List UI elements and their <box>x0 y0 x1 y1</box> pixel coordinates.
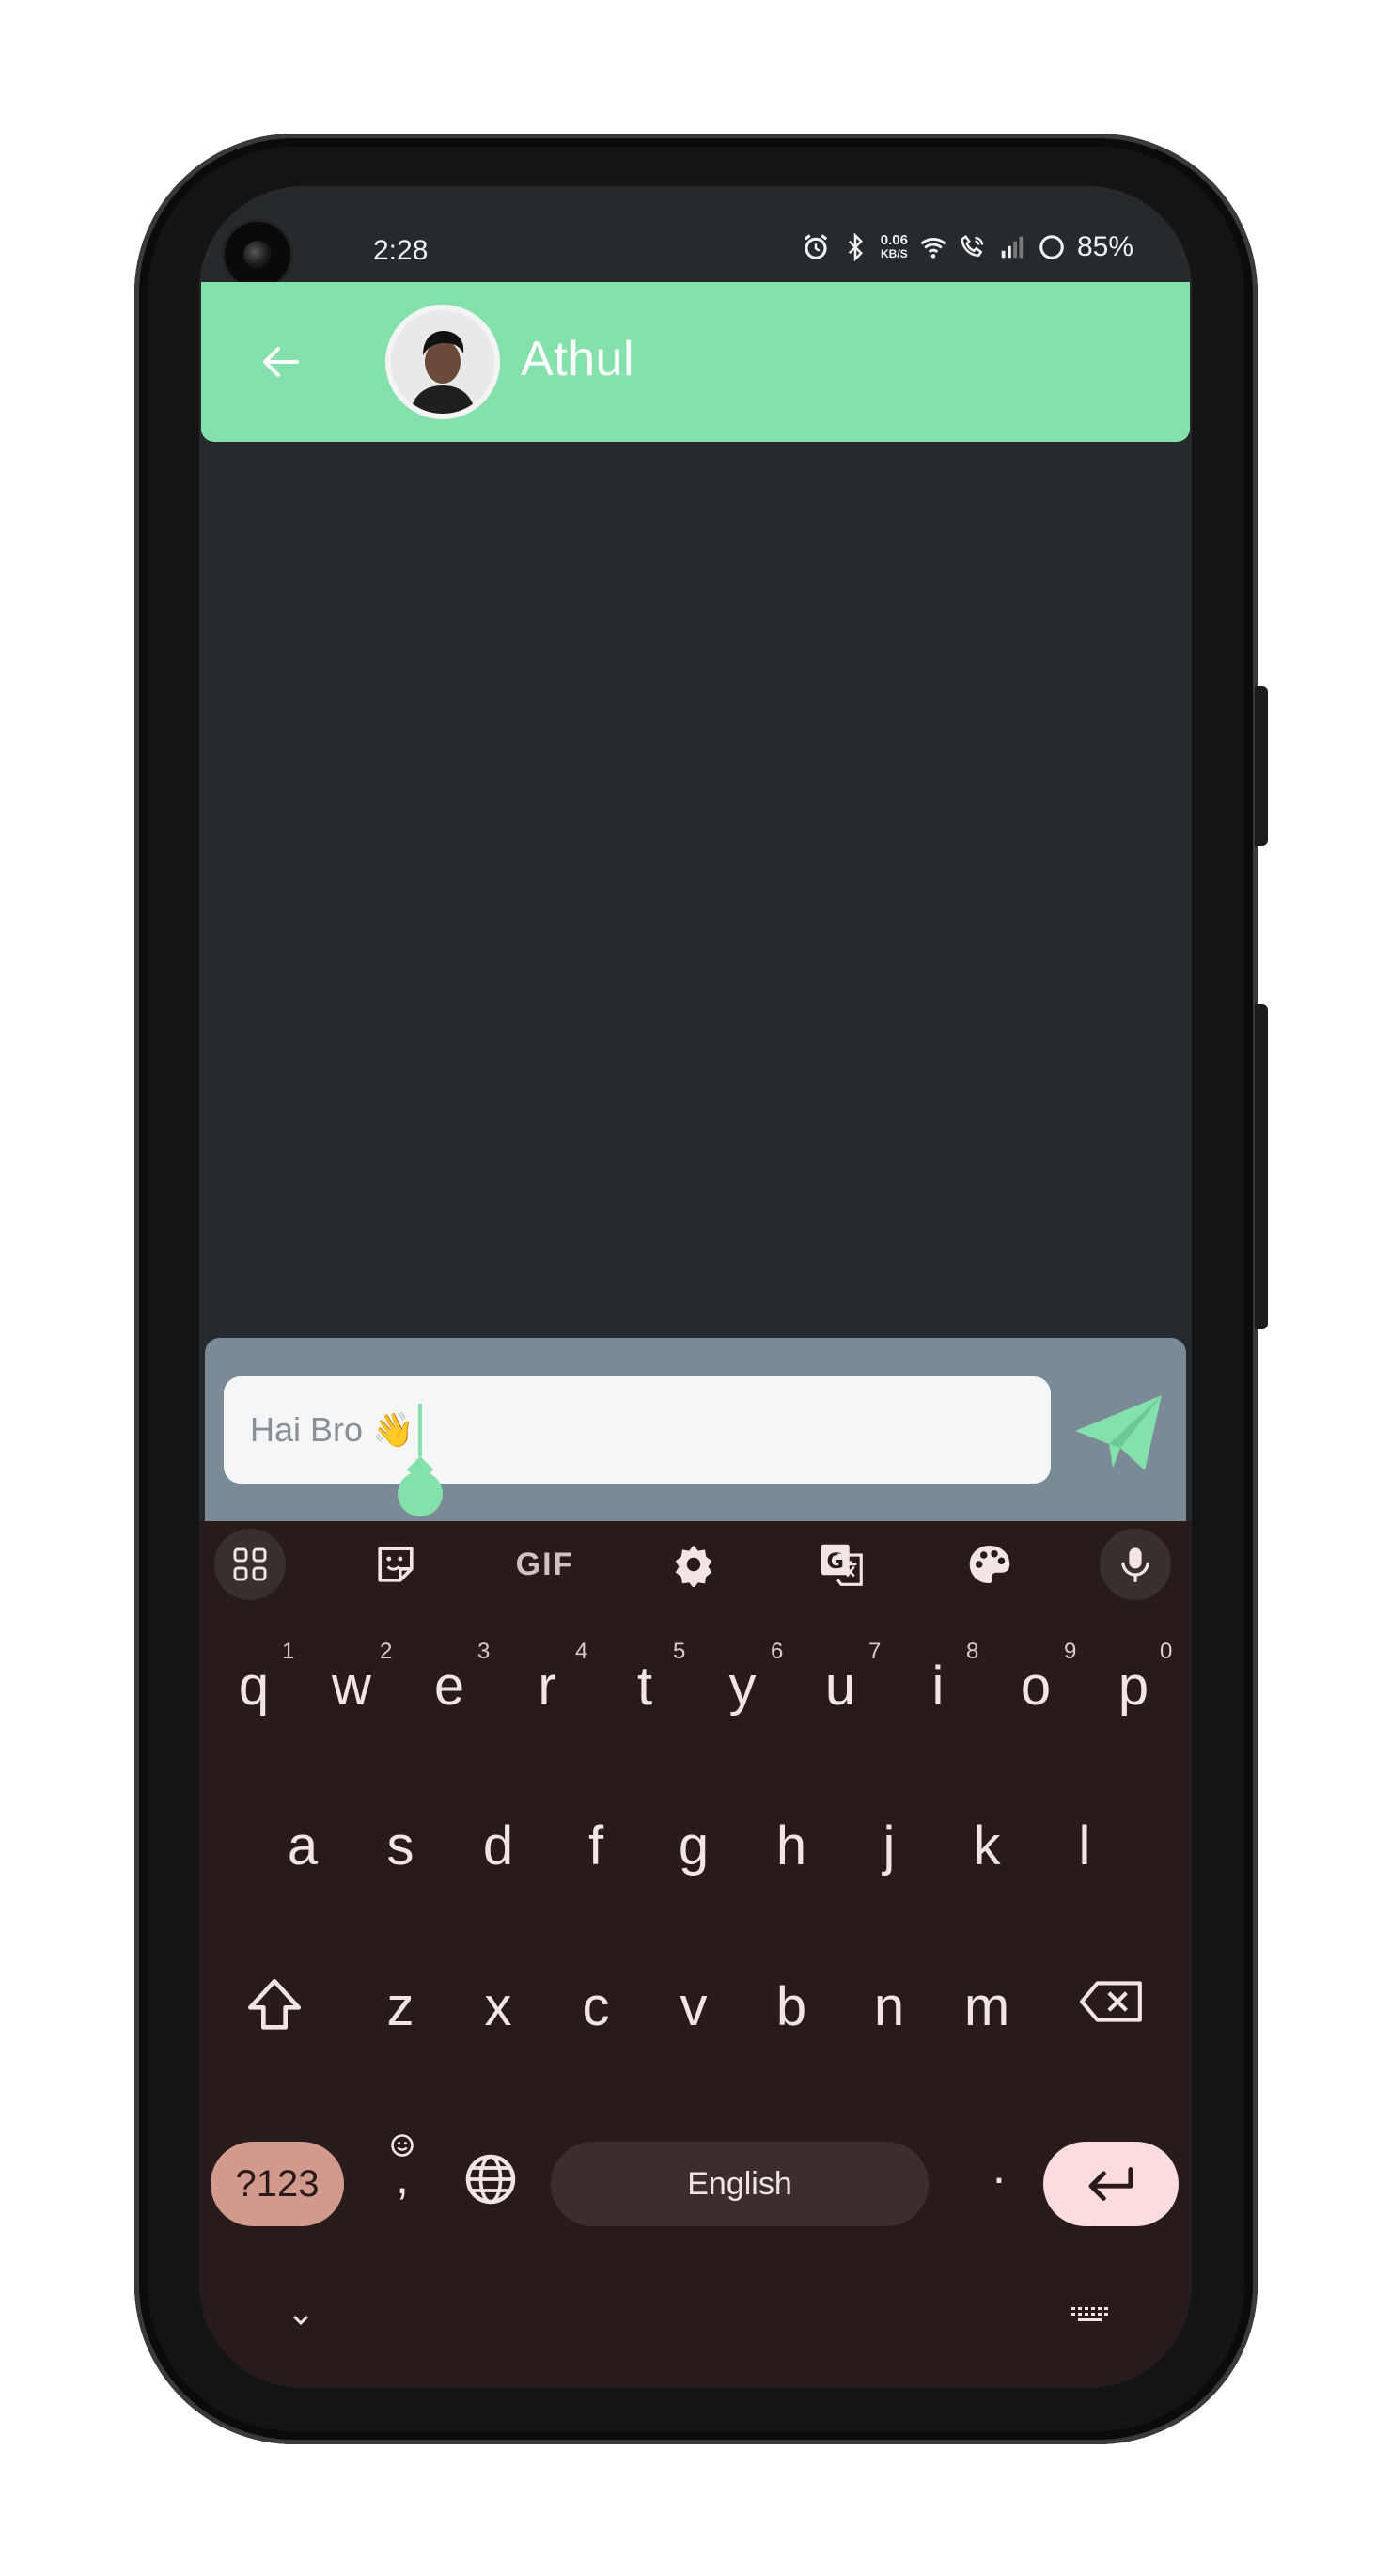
soft-keyboard: GIF G 1 q 2 w 3 e 4 r 5 t 6 y 7 u 8 i 9 … <box>199 1521 1192 2388</box>
key-y[interactable]: y <box>705 1655 780 1718</box>
messages-area <box>201 442 1190 1338</box>
message-input-text: Hai Bro 👋 <box>250 1410 414 1449</box>
key-o[interactable]: o <box>998 1655 1073 1718</box>
phone-screen: 2:28 0.06 KB/S 85% Athul Hai Bro 👋 GIF G… <box>199 186 1192 2388</box>
camera-lens <box>243 241 272 269</box>
svg-text:G: G <box>827 1549 844 1574</box>
shift-key[interactable] <box>242 1972 317 2048</box>
caret-handle[interactable] <box>398 1471 443 1516</box>
keyboard-switch-button[interactable] <box>1066 2301 1113 2339</box>
gif-button[interactable]: GIF <box>507 1529 584 1600</box>
key-f[interactable]: f <box>558 1814 633 1877</box>
palette-icon <box>969 1546 1010 1583</box>
alarm-icon <box>804 234 827 259</box>
shift-icon <box>248 1979 301 2030</box>
person-silhouette-icon <box>391 310 494 414</box>
key-u[interactable]: u <box>803 1655 878 1718</box>
globe-icon <box>465 2154 516 2205</box>
apps-grid-button[interactable] <box>214 1529 286 1600</box>
key-r[interactable]: r <box>509 1655 585 1718</box>
enter-icon <box>1088 2167 1133 2201</box>
microphone-icon <box>1121 1547 1149 1582</box>
hide-keyboard-button[interactable] <box>282 2301 320 2339</box>
key-l[interactable]: l <box>1047 1814 1122 1877</box>
key-e[interactable]: e <box>412 1655 487 1718</box>
paper-plane-icon <box>1075 1395 1162 1470</box>
key-g[interactable]: g <box>656 1814 731 1877</box>
backspace-icon <box>1080 1981 1142 2022</box>
key-b[interactable]: b <box>754 1975 829 2038</box>
key-i[interactable]: i <box>900 1655 976 1718</box>
key-p[interactable]: p <box>1096 1655 1171 1718</box>
translate-icon: G <box>821 1544 863 1586</box>
key-c[interactable]: c <box>558 1975 633 2038</box>
avatar-photo <box>391 310 494 414</box>
backspace-key[interactable] <box>1078 1977 1153 2043</box>
key-j[interactable]: j <box>852 1814 927 1877</box>
key-x[interactable]: x <box>461 1975 536 2038</box>
key-h[interactable]: h <box>754 1814 829 1877</box>
translate-button[interactable]: G <box>805 1529 877 1600</box>
text-caret <box>417 1404 422 1456</box>
contact-name[interactable]: Athul <box>521 331 634 387</box>
settings-icon <box>675 1545 712 1587</box>
send-button[interactable] <box>1071 1390 1165 1474</box>
signal-icon <box>1001 236 1024 259</box>
key-n[interactable]: n <box>852 1975 927 2038</box>
key-z[interactable]: z <box>363 1975 438 2038</box>
keyboard-icon <box>1071 2307 1108 2321</box>
bluetooth-icon <box>848 233 863 261</box>
power-button <box>1255 686 1268 846</box>
netspeed-unit: KB/S <box>881 247 908 260</box>
key-m[interactable]: m <box>949 1975 1024 2038</box>
key-d[interactable]: d <box>461 1814 536 1877</box>
message-composer: Hai Bro 👋 <box>205 1338 1186 1531</box>
message-input[interactable]: Hai Bro 👋 <box>224 1376 1051 1484</box>
sticker-button[interactable] <box>360 1529 431 1600</box>
contact-avatar[interactable] <box>385 305 500 419</box>
chevron-down-icon <box>292 2315 309 2326</box>
key-v[interactable]: v <box>656 1975 731 2038</box>
voice-input-button[interactable] <box>1100 1529 1171 1600</box>
key-w[interactable]: w <box>314 1655 389 1718</box>
key-s[interactable]: s <box>363 1814 438 1877</box>
wifi-icon <box>920 238 946 259</box>
language-key[interactable] <box>462 2151 528 2217</box>
status-icons: 0.06 KB/S 85% <box>802 231 1133 263</box>
space-key[interactable]: English <box>551 2142 929 2226</box>
key-a[interactable]: a <box>265 1814 340 1877</box>
volume-button <box>1255 1004 1268 1329</box>
battery-ring-icon <box>1039 235 1064 259</box>
back-button[interactable] <box>248 329 314 395</box>
network-speed: 0.06 KB/S <box>881 233 908 261</box>
battery-level: 85% <box>1076 231 1133 262</box>
settings-button[interactable] <box>658 1529 729 1600</box>
front-camera <box>225 222 290 288</box>
apps-grid-icon <box>233 1547 267 1581</box>
status-time: 2:28 <box>373 235 429 266</box>
sticker-icon <box>378 1547 414 1582</box>
key-t[interactable]: t <box>607 1655 682 1718</box>
arrow-left-icon <box>263 347 299 377</box>
emoji-comma-key[interactable]: , <box>374 2132 430 2226</box>
theme-button[interactable] <box>954 1529 1025 1600</box>
period-key[interactable]: . <box>976 2140 1023 2215</box>
key-k[interactable]: k <box>949 1814 1024 1877</box>
netspeed-value: 0.06 <box>880 232 908 248</box>
key-q[interactable]: q <box>216 1655 291 1718</box>
symbols-key[interactable]: ?123 <box>211 2142 344 2226</box>
chat-header: Athul <box>201 282 1190 442</box>
gif-label: GIF <box>515 1546 575 1582</box>
wifi-call-icon <box>961 235 984 258</box>
comma-label: , <box>396 2151 409 2204</box>
enter-key[interactable] <box>1043 2142 1179 2226</box>
